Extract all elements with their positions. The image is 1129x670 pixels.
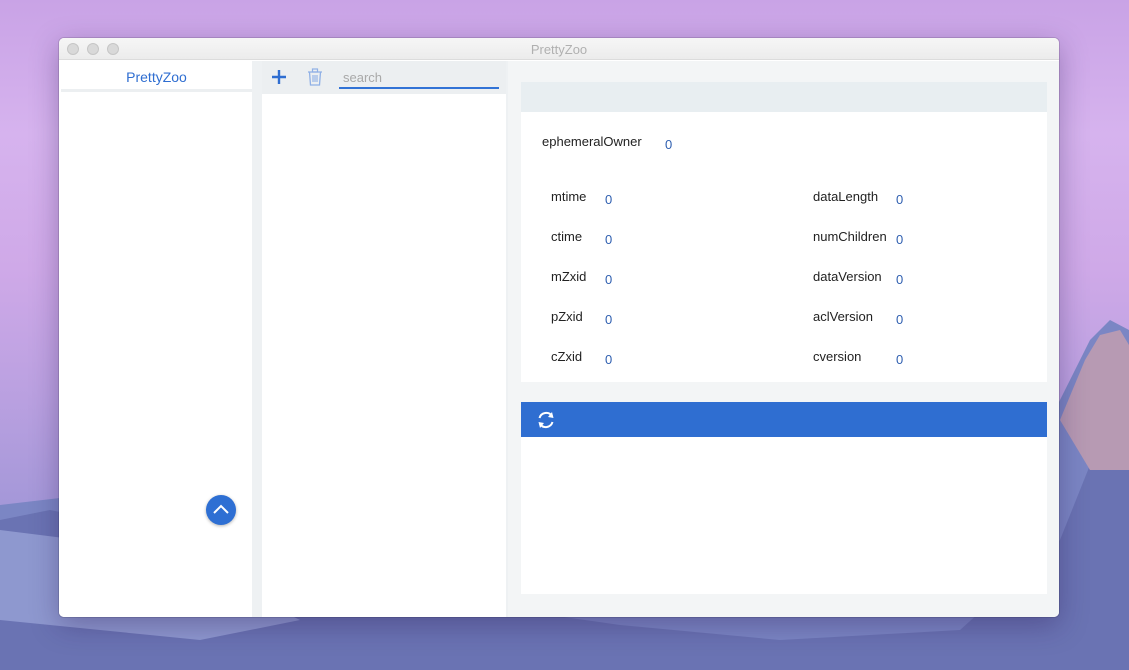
title-bar: PrettyZoo [59,38,1059,60]
stat-value[interactable]: 0 [896,272,903,287]
window-title: PrettyZoo [530,42,588,57]
chevron-up-icon [213,504,229,514]
scroll-top-button[interactable] [206,495,236,525]
refresh-button[interactable] [535,409,557,431]
stat-value[interactable]: 0 [605,272,612,287]
search-input[interactable] [339,67,499,89]
server-panel: PrettyZoo [59,61,252,617]
data-toolbar [521,402,1047,437]
plus-icon [272,70,286,84]
stat-value[interactable]: 0 [896,232,903,247]
stat-value[interactable]: 0 [896,312,903,327]
node-detail-panel: ephemeralOwner 0 mtime 0 ctime 0 mZxid 0… [508,61,1059,617]
delete-node-button[interactable] [305,66,325,88]
node-stat-card: ephemeralOwner 0 mtime 0 ctime 0 mZxid 0… [521,82,1047,382]
stat-label: dataVersion [813,269,882,284]
trash-icon [308,68,322,86]
app-window: PrettyZoo PrettyZoo search ephemeralOwne… [59,38,1059,617]
stat-label: ctime [551,229,583,244]
node-data-card [521,402,1047,594]
stat-label: pZxid [551,309,583,324]
stat-value[interactable]: 0 [605,232,612,247]
ephemeral-owner-value[interactable]: 0 [665,137,672,152]
stat-label: numChildren [813,229,887,244]
stat-value[interactable]: 0 [896,192,903,207]
stat-label: mtime [551,189,587,204]
refresh-icon [538,412,554,428]
stat-label: cversion [813,349,862,364]
stat-value[interactable]: 0 [605,192,612,207]
stat-label: cZxid [551,349,583,364]
server-tab[interactable]: PrettyZoo [61,63,252,92]
add-node-button[interactable] [268,66,290,88]
stat-header [521,82,1047,112]
stat-value[interactable]: 0 [896,352,903,367]
stat-value[interactable]: 0 [605,312,612,327]
ephemeral-owner-label: ephemeralOwner [542,134,642,149]
node-tree-panel [262,61,506,617]
stat-label: aclVersion [813,309,873,324]
stat-label: mZxid [551,269,587,284]
tree-toolbar [262,61,506,94]
panel-divider[interactable] [252,61,262,617]
stat-label: dataLength [813,189,879,204]
stat-value[interactable]: 0 [605,352,612,367]
